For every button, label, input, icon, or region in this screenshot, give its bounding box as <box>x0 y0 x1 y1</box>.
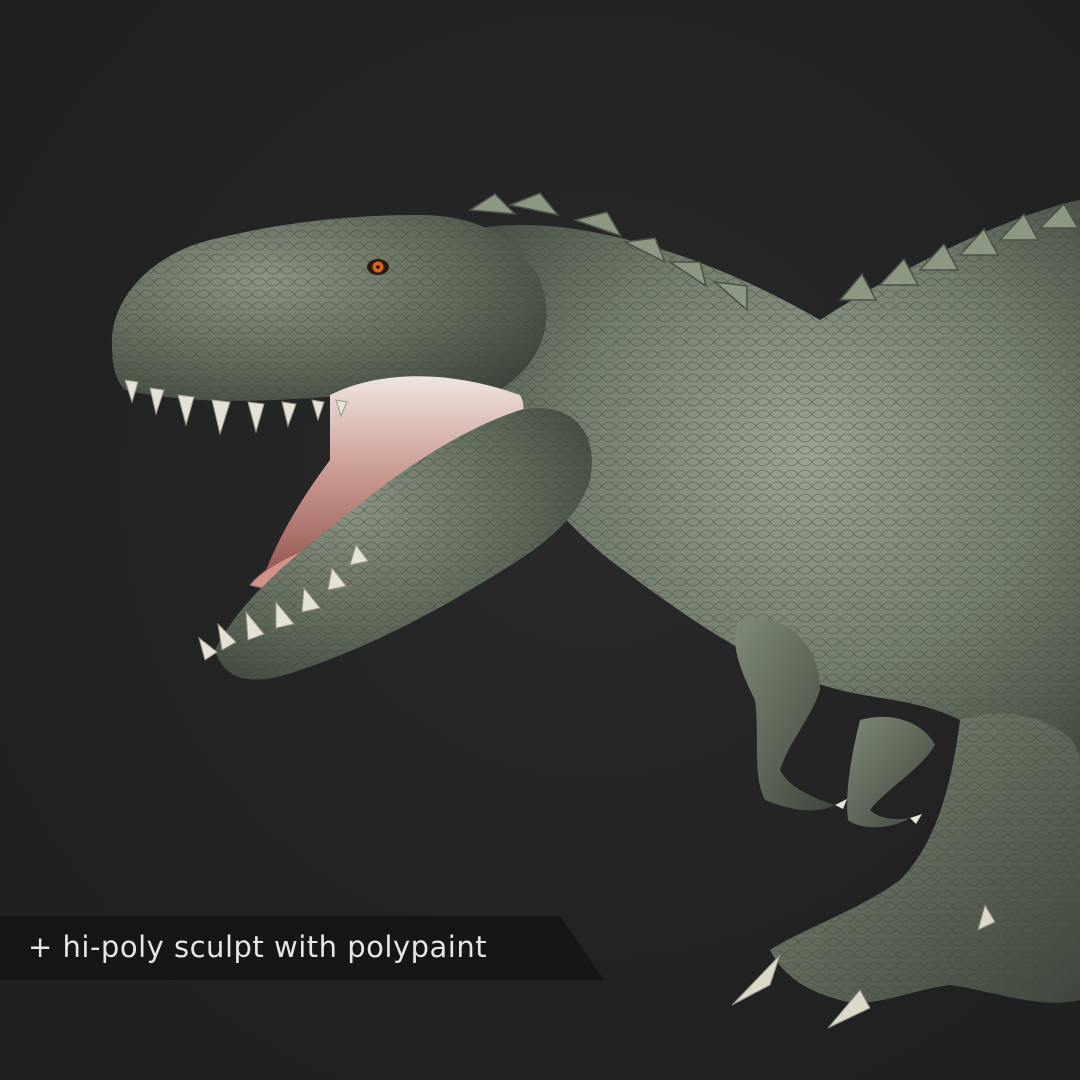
render-canvas: + hi-poly sculpt with polypaint <box>0 0 1080 1080</box>
caption-banner: + hi-poly sculpt with polypaint <box>0 916 604 980</box>
caption-text: + hi-poly sculpt with polypaint <box>28 930 488 964</box>
